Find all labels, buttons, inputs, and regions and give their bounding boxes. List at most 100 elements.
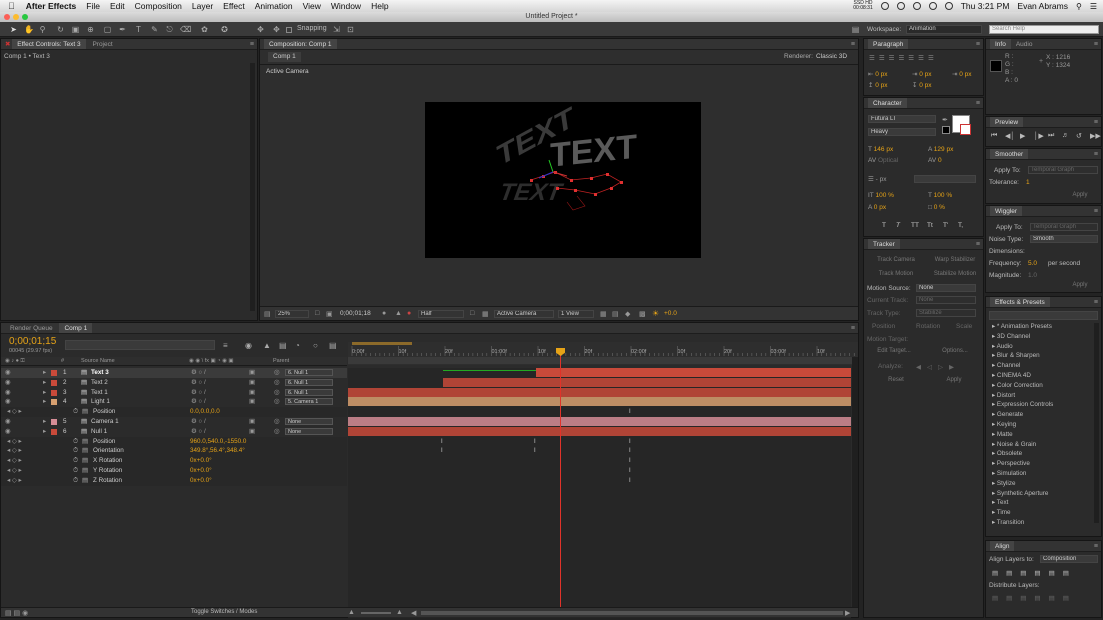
- faux-bold-button[interactable]: T: [882, 222, 886, 229]
- tab-paragraph[interactable]: Paragraph: [868, 39, 909, 49]
- track-motion-button[interactable]: Track Motion: [868, 270, 924, 279]
- list-item[interactable]: ▸ Stylize: [992, 480, 1015, 487]
- expand-arrow-icon[interactable]: ▸: [43, 388, 46, 398]
- pick-whip-icon[interactable]: ◎: [274, 368, 280, 378]
- column-source-name[interactable]: Source Name: [81, 357, 115, 366]
- layer-row[interactable]: ◉ ▸ 6 ▤ Null 1 ⚙ ○ / ▣ ◎ None: [1, 426, 347, 437]
- leading[interactable]: A 129 px: [928, 146, 953, 153]
- fast-previews-icon[interactable]: ▤: [612, 310, 619, 318]
- keyframe-marker[interactable]: I: [441, 439, 445, 445]
- parent-select[interactable]: 5. Camera 1: [285, 398, 333, 406]
- space-after[interactable]: ↧ 0 px: [912, 81, 932, 89]
- tab-smoother[interactable]: Smoother: [990, 149, 1029, 159]
- 3d-layer-icon[interactable]: ▣: [249, 427, 255, 437]
- noise-type-select[interactable]: Smooth: [1030, 235, 1098, 243]
- snapping-checkbox[interactable]: [286, 27, 292, 33]
- effects-scrollbar[interactable]: [1094, 323, 1099, 523]
- expand-arrow-icon[interactable]: ▸: [43, 368, 46, 378]
- panel-menu-icon[interactable]: ≡: [1094, 541, 1098, 551]
- 3d-layer-icon[interactable]: ▣: [249, 378, 255, 388]
- mask-visibility-icon[interactable]: ▣: [326, 310, 333, 318]
- parent-select[interactable]: None: [285, 418, 333, 425]
- comp-subtab[interactable]: Comp 1: [268, 52, 301, 62]
- list-item[interactable]: ▸ Perspective: [992, 460, 1030, 467]
- indent-first[interactable]: ⇥ 0 px: [952, 70, 972, 78]
- panel-menu-icon[interactable]: ≡: [1094, 149, 1098, 159]
- snap-features-icon[interactable]: ⊡: [346, 25, 355, 34]
- play-icon[interactable]: ▶: [1020, 132, 1025, 140]
- current-track-select[interactable]: None: [916, 296, 976, 304]
- z-axis-gizmo[interactable]: [538, 171, 554, 179]
- layer-row[interactable]: ◉ ▸ 3 ▤ Text 1 ⚙ ○ / ▣ ◎ 6. Null 1: [1, 387, 347, 398]
- pan-behind-tool-icon[interactable]: ⊕: [86, 25, 95, 34]
- hand-tool-icon[interactable]: ✋: [24, 25, 34, 34]
- brainstorm-icon[interactable]: ▤: [329, 341, 337, 350]
- alignment-buttons[interactable]: ☰☰☰☰☰☰☰: [869, 54, 938, 62]
- 3d-layer-icon[interactable]: ▣: [249, 397, 255, 407]
- stroke-style-select[interactable]: [914, 175, 976, 183]
- resolution-select[interactable]: Half: [418, 310, 464, 318]
- graph-editor-icon[interactable]: ○: [313, 341, 318, 350]
- menu-window[interactable]: Window: [331, 1, 361, 11]
- rectangle-tool-icon[interactable]: ▢: [103, 25, 112, 34]
- layer-duration-bar[interactable]: [536, 368, 851, 377]
- visibility-eye-icon[interactable]: ◉: [5, 417, 11, 427]
- tab-effects-presets[interactable]: Effects & Presets: [990, 297, 1050, 307]
- visibility-eye-icon[interactable]: ◉: [5, 397, 11, 407]
- scroll-right-icon[interactable]: ▶: [845, 609, 850, 617]
- graph-icon[interactable]: ▤: [82, 456, 88, 466]
- workspace-icon[interactable]: ▤: [851, 25, 860, 34]
- user-name[interactable]: Evan Abrams: [1017, 1, 1068, 11]
- stroke-color-swatch[interactable]: [942, 126, 950, 134]
- layer-duration-bar[interactable]: [348, 426, 851, 436]
- visibility-eye-icon[interactable]: ◉: [5, 378, 11, 388]
- layer-switches-icon[interactable]: ⚙ ○ /: [191, 368, 206, 378]
- tab-comp1-timeline[interactable]: Comp 1: [59, 323, 93, 333]
- panel-menu-icon[interactable]: ≡: [1094, 39, 1098, 49]
- layer-duration-bar[interactable]: [348, 397, 851, 407]
- layer-name[interactable]: Text 2: [91, 378, 108, 388]
- keyframe-marker[interactable]: I: [629, 458, 633, 464]
- stopwatch-icon[interactable]: ⏱: [73, 456, 78, 466]
- position-checkbox[interactable]: Position: [872, 323, 895, 330]
- keyframe-marker[interactable]: I: [629, 409, 633, 415]
- timeline-timecode[interactable]: 0;00;01;15: [9, 336, 56, 347]
- tolerance-value[interactable]: 1: [1026, 179, 1030, 186]
- expand-arrow-icon[interactable]: ▸: [43, 417, 46, 427]
- keyframe-nav-icon[interactable]: ◂ ◇ ▸: [7, 476, 22, 486]
- world-axis-icon[interactable]: ✥: [272, 25, 281, 34]
- kerning-value[interactable]: Optical: [878, 157, 898, 164]
- channel-icon[interactable]: ●: [407, 310, 411, 317]
- panel-menu-icon[interactable]: ≡: [976, 239, 980, 249]
- horizontal-scale-value[interactable]: 100 %: [934, 192, 952, 199]
- menu-composition[interactable]: Composition: [135, 1, 182, 11]
- dropbox-icon[interactable]: [880, 2, 889, 10]
- reset-button[interactable]: Reset: [878, 376, 914, 385]
- layer-row[interactable]: ◉ ▸ 1 ▤ Text 3 ⚙ ○ / ▣ ◎ 6. Null 1: [1, 368, 347, 378]
- tab-align[interactable]: Align: [990, 541, 1015, 551]
- menu-edit[interactable]: Edit: [110, 1, 125, 11]
- tracking-value[interactable]: 0: [938, 157, 942, 164]
- menu-help[interactable]: Help: [371, 1, 388, 11]
- timeline-icon[interactable]: ◆: [625, 310, 630, 318]
- toggle-pixel-aspect-icon[interactable]: ▦: [600, 310, 607, 318]
- list-item[interactable]: ▸ * Animation Presets: [992, 323, 1052, 330]
- next-frame-icon[interactable]: │▶: [1034, 132, 1044, 140]
- options-button[interactable]: Options...: [930, 347, 980, 356]
- safe-zones-icon[interactable]: □: [315, 310, 319, 317]
- label-color-swatch[interactable]: [51, 428, 57, 435]
- panel-menu-icon[interactable]: ≡: [851, 323, 855, 333]
- parent-select[interactable]: 6. Null 1: [285, 369, 333, 376]
- tab-wiggler[interactable]: Wiggler: [990, 206, 1023, 216]
- property-row[interactable]: ◂ ◇ ▸ ⏱ ▤ Position 0.0,0.0,0.0: [1, 407, 347, 417]
- clone-stamp-tool-icon[interactable]: ⎋: [165, 25, 174, 34]
- layer-search-input[interactable]: [65, 340, 215, 350]
- keyframe-marker[interactable]: I: [629, 448, 633, 454]
- panel-menu-icon[interactable]: ≡: [976, 98, 980, 108]
- comp-mini-flowchart-icon[interactable]: ≡: [223, 341, 228, 350]
- current-time[interactable]: 0;00;01;18: [340, 310, 371, 317]
- pick-whip-icon[interactable]: ◎: [274, 417, 280, 427]
- tab-effect-controls[interactable]: Effect Controls: Text 3: [12, 39, 86, 49]
- tab-audio[interactable]: Audio: [1011, 39, 1038, 49]
- indent-first-value[interactable]: 0 px: [959, 71, 971, 78]
